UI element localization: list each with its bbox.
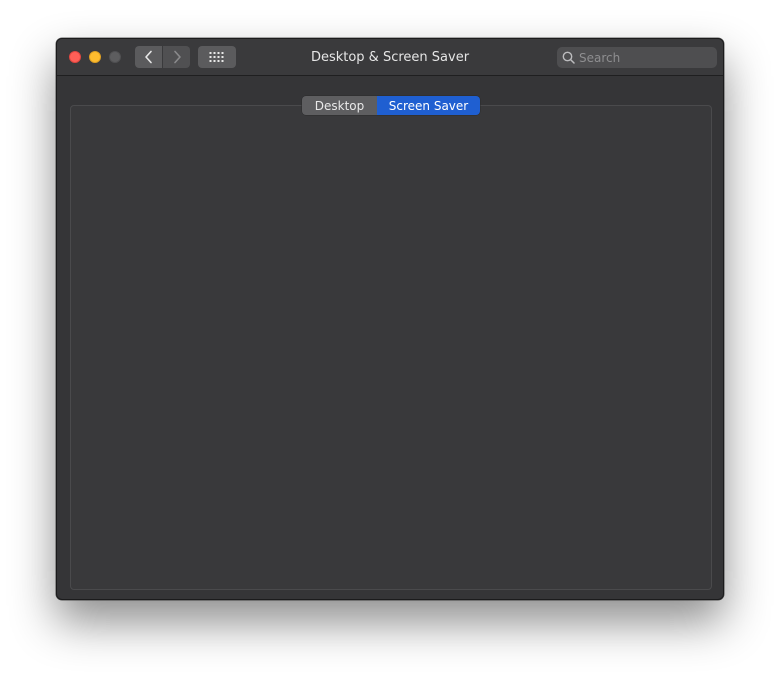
tab-content-panel	[70, 105, 712, 590]
zoom-button	[109, 51, 121, 63]
search-input[interactable]	[579, 50, 717, 65]
back-button[interactable]	[135, 46, 162, 68]
close-button[interactable]	[69, 51, 81, 63]
tab-desktop[interactable]: Desktop	[302, 96, 377, 115]
forward-button[interactable]	[163, 46, 190, 68]
search-field[interactable]	[557, 47, 717, 68]
tab-screen-saver[interactable]: Screen Saver	[377, 96, 480, 115]
chevron-left-icon	[144, 50, 152, 64]
grid-icon	[209, 52, 224, 62]
preferences-window: Desktop & Screen Saver Desktop Screen Sa…	[56, 38, 724, 600]
navigation-buttons	[135, 46, 190, 68]
chevron-right-icon	[173, 50, 181, 64]
minimize-button[interactable]	[89, 51, 101, 63]
show-all-button[interactable]	[198, 46, 236, 68]
tab-switcher: Desktop Screen Saver	[302, 96, 480, 115]
title-bar: Desktop & Screen Saver	[57, 39, 723, 76]
search-icon	[557, 47, 579, 68]
